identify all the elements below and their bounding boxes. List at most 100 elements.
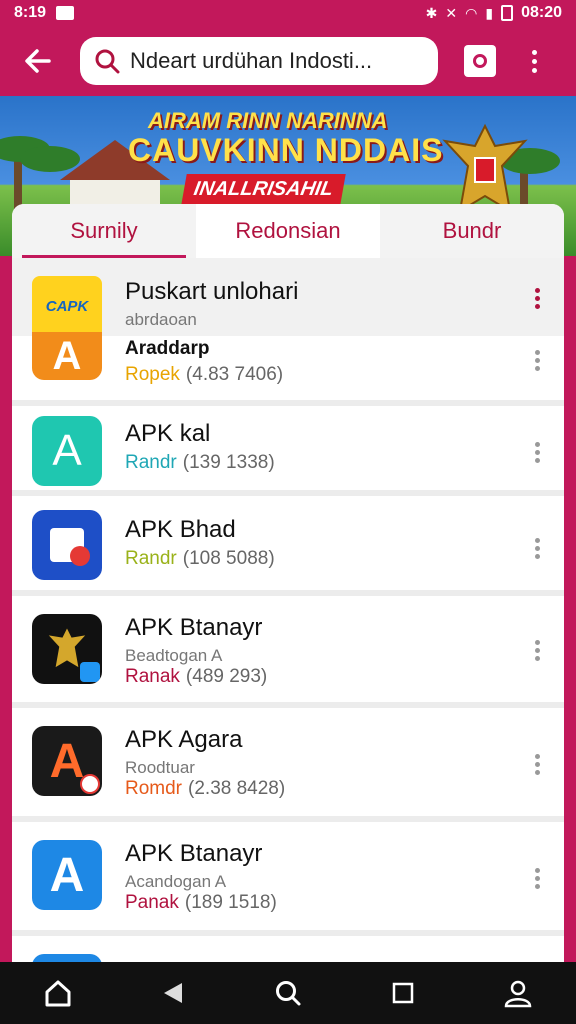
list-item[interactable] <box>12 936 564 964</box>
dot <box>535 640 540 645</box>
list-item[interactable]: CAPK Puskart unlohari abrdaoan <box>12 258 564 336</box>
app-title: APK Bhad <box>125 516 236 543</box>
recents-button[interactable] <box>378 968 428 1018</box>
overflow-menu-button[interactable] <box>526 44 543 79</box>
dot <box>532 67 537 73</box>
app-subtitle: Beadtogan A <box>125 646 223 665</box>
item-menu-button[interactable] <box>531 438 544 467</box>
dot <box>535 770 540 775</box>
list-item[interactable]: A Araddarp Ropek (4.83 7406) <box>12 332 564 406</box>
dot <box>535 546 540 551</box>
app-count: (489 293) <box>185 666 268 687</box>
notification-icon <box>56 6 75 20</box>
item-menu-button[interactable] <box>531 534 544 563</box>
dot <box>535 304 540 309</box>
app-tag: Romdr <box>125 778 183 799</box>
dot <box>535 538 540 543</box>
triangle-back-icon <box>163 983 182 1003</box>
banner-line-2: CAUVKINN NDDAIS <box>128 132 444 168</box>
app-icon: A <box>32 332 102 380</box>
user-icon <box>505 980 532 1008</box>
dot <box>532 49 537 55</box>
back-arrow-icon <box>25 49 51 73</box>
camera-button[interactable] <box>464 45 496 77</box>
app-tag: Ranak <box>125 666 180 687</box>
app-title: APK kal <box>125 420 211 447</box>
status-time: 8:19 <box>14 4 47 21</box>
app-icon-label: A <box>52 333 82 378</box>
top-app-bar <box>0 26 576 96</box>
app-title: Araddarp <box>125 338 210 359</box>
dot <box>535 442 540 447</box>
app-tag: Ropek <box>125 364 180 385</box>
app-icon: A <box>32 840 102 910</box>
app-icon: CAPK <box>32 276 102 336</box>
item-menu-button[interactable] <box>531 636 544 665</box>
dot <box>535 296 540 301</box>
tab-redonsian[interactable]: Redonsian <box>196 204 380 258</box>
dot <box>535 350 540 355</box>
search-icon <box>95 49 120 74</box>
dot <box>535 288 540 293</box>
battery-icon <box>501 5 514 21</box>
content-card: Surnily Redonsian Bundr CAPK Puskart unl… <box>12 204 564 964</box>
dot <box>535 762 540 767</box>
navigation-bar <box>0 962 576 1024</box>
profile-button[interactable] <box>493 968 543 1018</box>
app-count: (108 5088) <box>182 548 275 569</box>
mute-icon: ✕ <box>445 4 458 21</box>
app-tag: Randr <box>125 548 177 569</box>
dot <box>532 58 537 64</box>
status-clock: 08:20 <box>521 4 562 21</box>
app-icon: A <box>32 416 102 486</box>
search-icon <box>275 981 301 1006</box>
app-icon-label: A <box>52 426 82 475</box>
search-box[interactable] <box>80 37 438 85</box>
app-tag: Randr <box>125 452 177 473</box>
bluetooth-icon: ✱ <box>425 4 438 21</box>
dot <box>535 450 540 455</box>
dot <box>535 366 540 371</box>
app-icon-label: A <box>49 734 85 788</box>
back-nav-button[interactable] <box>148 968 198 1018</box>
dot <box>535 648 540 653</box>
status-bar: 8:19 ✱ ✕ ◠ ▮ 08:20 <box>0 0 576 26</box>
wifi-icon: ◠ <box>465 4 478 21</box>
app-icon <box>32 614 102 684</box>
tab-bar: Surnily Redonsian Bundr <box>12 204 564 258</box>
item-menu-button[interactable] <box>531 750 544 779</box>
app-count: (4.83 7406) <box>185 364 284 385</box>
app-icon-label: A <box>49 848 85 902</box>
search-nav-button[interactable] <box>263 968 313 1018</box>
app-title: Puskart unlohari <box>125 278 299 305</box>
banner-line-3: INALLRISAHIL <box>181 174 346 205</box>
list-item[interactable]: A APK kal Randr (139 1338) <box>12 406 564 496</box>
search-input[interactable] <box>130 48 420 74</box>
tab-surnily[interactable]: Surnily <box>12 204 196 258</box>
camera-icon <box>473 54 487 68</box>
app-subtitle: Acandogan A <box>125 872 227 891</box>
list-item[interactable]: A APK Btanayr Acandogan A Panak (189 1518… <box>12 822 564 936</box>
app-icon-label: CAPK <box>45 297 89 315</box>
home-button[interactable] <box>33 968 83 1018</box>
home-icon <box>45 980 71 1007</box>
item-menu-button[interactable] <box>531 284 544 313</box>
item-menu-button[interactable] <box>531 346 544 375</box>
dot <box>535 554 540 559</box>
tab-bundr[interactable]: Bundr <box>380 204 564 258</box>
app-title: APK Btanayr <box>125 840 263 867</box>
list-item[interactable]: A APK Agara Roodtuar Romdr (2.38 8428) <box>12 708 564 822</box>
list-item[interactable]: APK Btanayr Beadtogan A Ranak (489 293) <box>12 596 564 708</box>
app-count: (139 1338) <box>182 452 275 473</box>
list-item[interactable]: APK Bhad Randr (108 5088) <box>12 496 564 596</box>
dot <box>535 884 540 889</box>
back-button[interactable] <box>14 37 62 85</box>
dot <box>535 876 540 881</box>
app-tag: Panak <box>125 892 179 913</box>
item-menu-button[interactable] <box>531 864 544 893</box>
app-count: (2.38 8428) <box>188 778 286 799</box>
dot <box>535 754 540 759</box>
app-subtitle: abrdaoan <box>125 310 197 329</box>
dot <box>535 868 540 873</box>
app-title: APK Agara <box>125 726 243 753</box>
